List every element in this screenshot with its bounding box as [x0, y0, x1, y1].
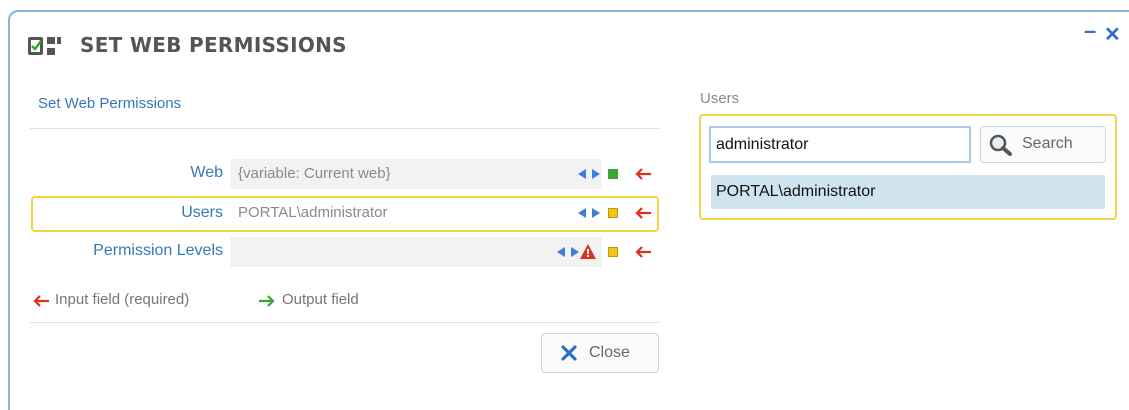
close-icon[interactable]: ✕: [1104, 22, 1121, 47]
section-title-link[interactable]: Set Web Permissions: [38, 95, 181, 112]
minimize-icon[interactable]: –: [1084, 18, 1096, 44]
bind-arrows-icon[interactable]: [578, 208, 600, 218]
permission-levels-field[interactable]: [230, 237, 602, 267]
field-label-users: Users: [181, 204, 223, 221]
user-result-item[interactable]: PORTAL\administrator: [711, 175, 1105, 209]
input-arrow-icon: [33, 295, 49, 307]
search-button-label: Search: [1022, 135, 1073, 152]
legend-input-label: Input field (required): [55, 291, 190, 308]
output-arrow-icon: [259, 295, 275, 307]
status-square-icon: [608, 169, 618, 179]
users-field[interactable]: PORTAL\administrator: [230, 198, 602, 228]
dialog-title: SET WEB PERMISSIONS: [80, 33, 347, 57]
field-label-web: Web: [190, 164, 223, 181]
permissions-icon: [28, 37, 61, 55]
divider: [30, 322, 660, 323]
close-button-label: Close: [589, 344, 630, 361]
bind-arrows-icon[interactable]: [557, 247, 579, 257]
required-arrow-icon: [635, 246, 651, 258]
user-search-input[interactable]: [709, 126, 971, 163]
close-button[interactable]: Close: [541, 333, 659, 373]
required-arrow-icon: [635, 168, 651, 180]
status-square-icon: [608, 208, 618, 218]
divider: [30, 128, 660, 129]
users-panel-heading: Users: [700, 90, 740, 107]
status-square-icon: [608, 247, 618, 257]
close-x-icon: [561, 345, 577, 361]
search-icon: [989, 134, 1012, 156]
bind-arrows-icon[interactable]: [578, 169, 600, 179]
legend-output-label: Output field: [282, 291, 359, 308]
required-arrow-icon: [635, 207, 651, 219]
field-label-permission-levels: Permission Levels: [93, 242, 223, 259]
search-button[interactable]: Search: [980, 126, 1106, 163]
warning-icon: [580, 244, 596, 259]
web-field[interactable]: {variable: Current web}: [230, 159, 602, 189]
